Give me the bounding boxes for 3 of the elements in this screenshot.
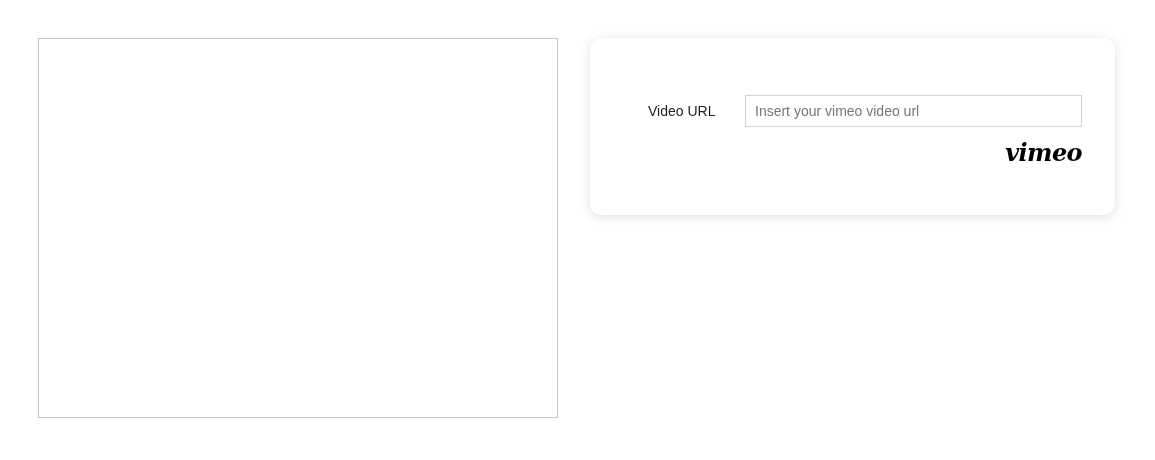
url-input-field[interactable]: Insert your vimeo video url xyxy=(745,95,1082,127)
field-label: Video URL xyxy=(648,101,717,121)
vimeo-logo: vimeo xyxy=(1005,141,1082,165)
